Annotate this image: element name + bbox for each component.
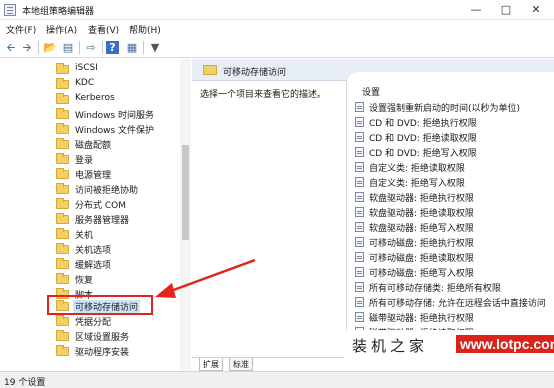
watermark: 装机之家 www.lotpc.com — [344, 330, 554, 358]
arrow-shaft — [167, 258, 256, 294]
watermark-url: www.lotpc.com — [456, 335, 554, 353]
watermark-chinese: 装机之家 — [352, 337, 429, 355]
status-bar: 19 个设置 — [0, 371, 554, 388]
arrow-head — [155, 283, 176, 298]
status-count: 19 个设置 — [4, 378, 46, 388]
